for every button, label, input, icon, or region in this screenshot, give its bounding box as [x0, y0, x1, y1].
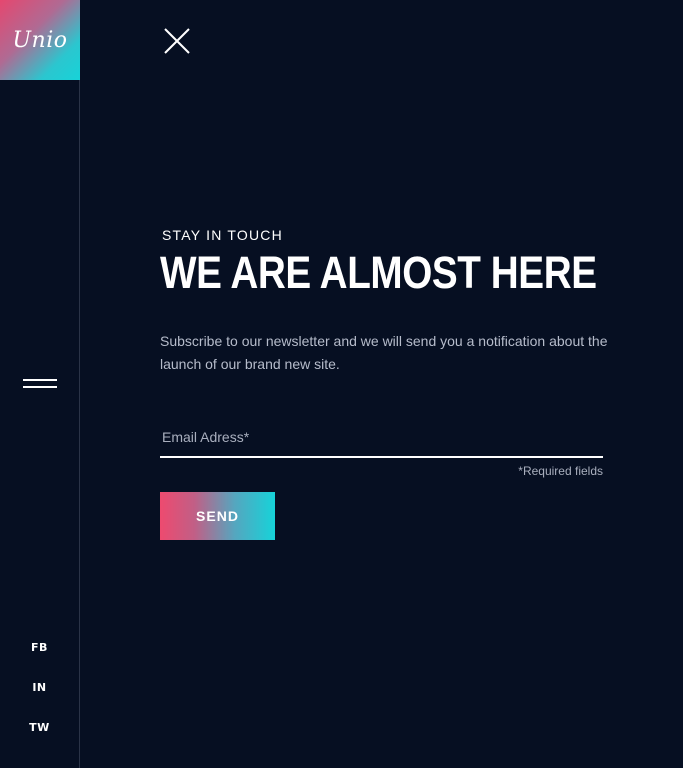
send-button[interactable]: SEND [160, 492, 275, 540]
menu-line-bottom [23, 386, 57, 388]
page-title: WE ARE ALMOST HERE [160, 247, 597, 298]
logo[interactable]: Unio [0, 0, 80, 80]
social-link-fb[interactable]: FB [0, 641, 79, 654]
description-text: Subscribe to our newsletter and we will … [160, 333, 608, 372]
close-button[interactable] [164, 28, 190, 54]
page: Unio FB IN TW STAY IN TOUCH WE ARE ALMOS… [0, 0, 683, 768]
required-fields-note: *Required fields [518, 464, 603, 478]
logo-text: Unio [12, 27, 68, 53]
hamburger-menu-icon[interactable] [23, 377, 57, 391]
social-link-in[interactable]: IN [0, 681, 79, 694]
social-link-tw[interactable]: TW [0, 721, 79, 734]
eyebrow-text: STAY IN TOUCH [162, 227, 283, 243]
email-field[interactable] [160, 420, 603, 454]
close-icon [164, 28, 190, 54]
sidebar: Unio FB IN TW [0, 0, 80, 768]
email-field-wrapper [160, 420, 603, 458]
menu-line-top [23, 379, 57, 381]
